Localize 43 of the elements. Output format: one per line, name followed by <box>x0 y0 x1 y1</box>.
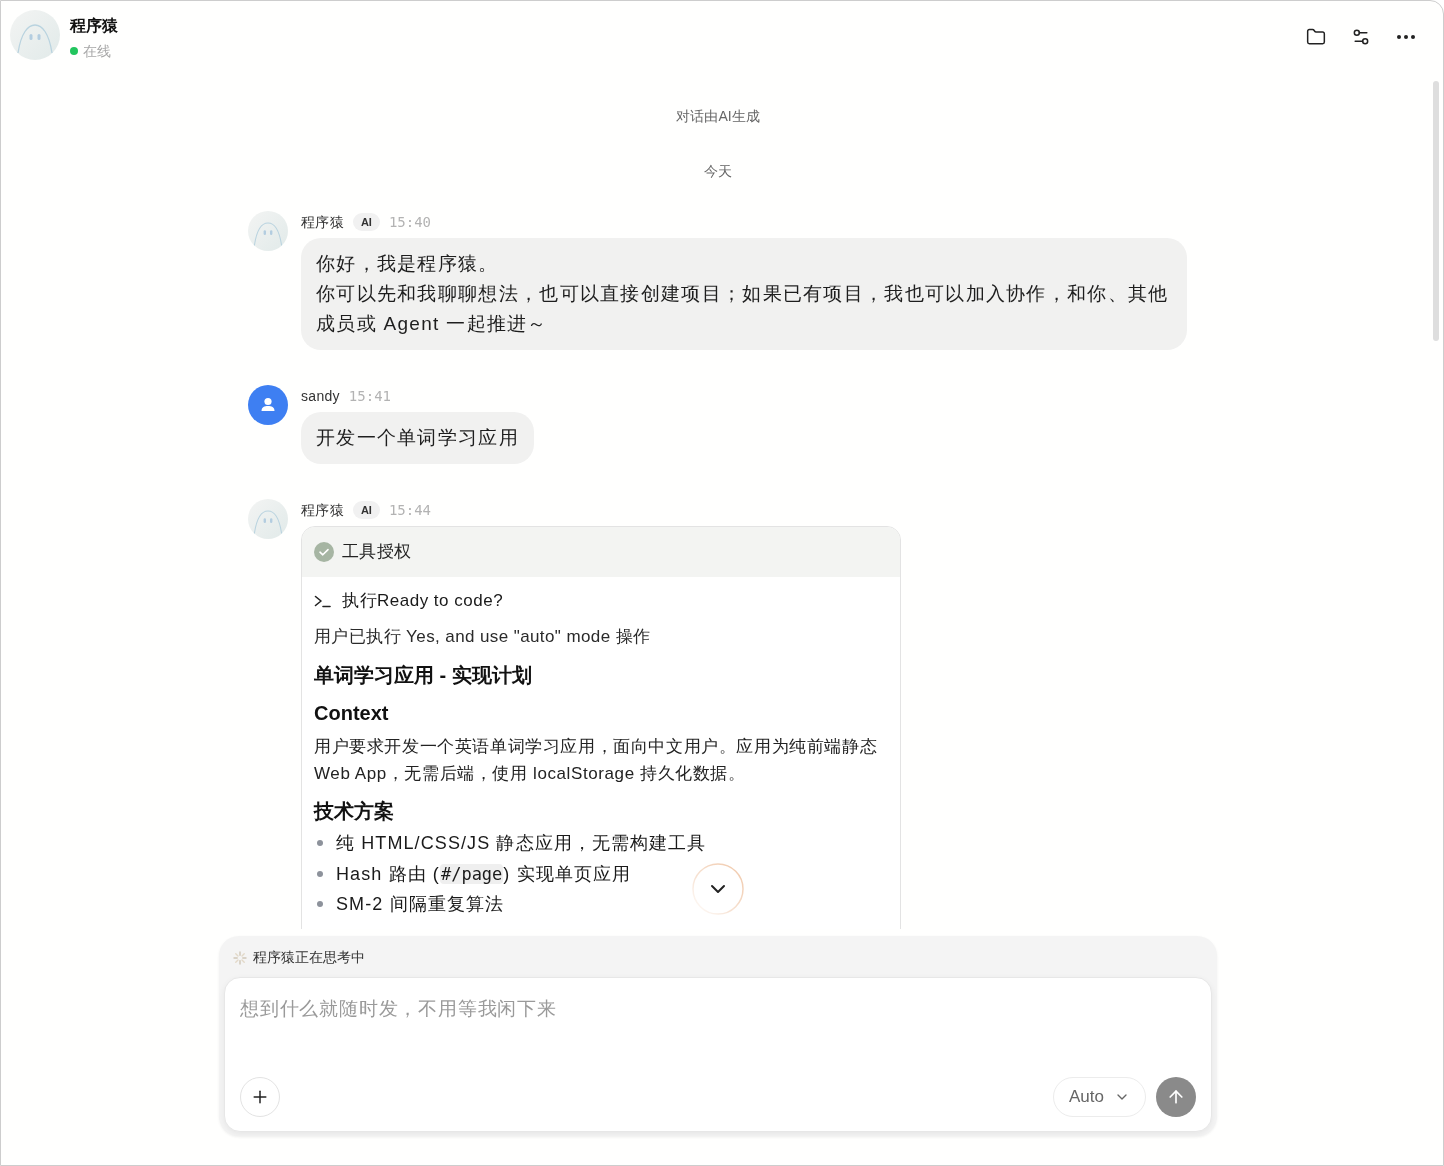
message-text: 开发一个单词学习应用 <box>316 426 519 450</box>
scrollbar-thumb[interactable] <box>1433 81 1439 341</box>
sender-name: 程序猿 <box>301 500 344 520</box>
list-item-text: 纯 HTML/CSS/JS 静态应用，无需构建工具 <box>336 832 707 856</box>
card-title: 工具授权 <box>342 541 412 564</box>
spinner-icon <box>233 950 247 965</box>
folder-icon <box>1306 27 1326 47</box>
bullet-icon <box>317 870 323 877</box>
command-text: 执行Ready to code? <box>342 590 504 613</box>
message-time: 15:44 <box>388 500 432 520</box>
sliders-icon <box>1351 27 1371 47</box>
mode-dropdown[interactable]: Auto <box>1053 1077 1146 1117</box>
sender-name: sandy <box>301 386 340 406</box>
chat-name: 程序猿 <box>70 16 118 36</box>
ghost-avatar-icon <box>248 499 288 539</box>
list-item-text: Hash 路由 (#/page) 实现单页应用 <box>336 862 632 886</box>
more-icon <box>1397 35 1415 39</box>
message-text: 你可以先和我聊聊想法，也可以直接创建项目；如果已有项目，我也可以加入协作，和你、其他成员或 Agent 一起推进～ <box>316 282 1170 336</box>
send-button[interactable] <box>1156 1077 1196 1117</box>
message-input[interactable]: 想到什么就随时发，不用等我闲下来 <box>240 995 1196 1023</box>
result-text: 用户已执行 Yes, and use "auto" mode 操作 <box>314 626 652 648</box>
list-item-text: SM-2 间隔重复算法 <box>336 893 505 917</box>
thinking-status-text: 程序猿正在思考中 <box>253 948 365 967</box>
message-time: 15:40 <box>388 212 432 232</box>
date-divider: 今天 <box>704 162 732 181</box>
ghost-avatar-icon <box>248 211 288 251</box>
plan-title: 单词学习应用 - 实现计划 <box>314 663 533 688</box>
add-button[interactable] <box>240 1077 280 1117</box>
user-avatar-icon <box>248 385 288 425</box>
bullet-icon <box>317 901 323 908</box>
bullet-icon <box>317 840 323 847</box>
paragraph-text: 用户要求开发一个英语单词学习应用，面向中文用户。应用为纯前端静态 Web App，无需后端，使用 localStorage 持久化数据。 <box>314 736 879 785</box>
ai-badge: AI <box>352 501 380 519</box>
ai-badge: AI <box>352 213 380 231</box>
message-time: 15:41 <box>348 386 391 406</box>
section-heading: Context <box>314 701 390 726</box>
sender-name: 程序猿 <box>301 212 344 232</box>
status-text: 在线 <box>83 41 111 61</box>
message-text: 你好，我是程序猿。 <box>316 252 500 276</box>
section-heading: 技术方案 <box>314 799 395 824</box>
terminal-icon <box>314 594 331 608</box>
ghost-avatar-icon <box>10 10 60 60</box>
ai-notice-text: 对话由AI生成 <box>676 107 760 126</box>
